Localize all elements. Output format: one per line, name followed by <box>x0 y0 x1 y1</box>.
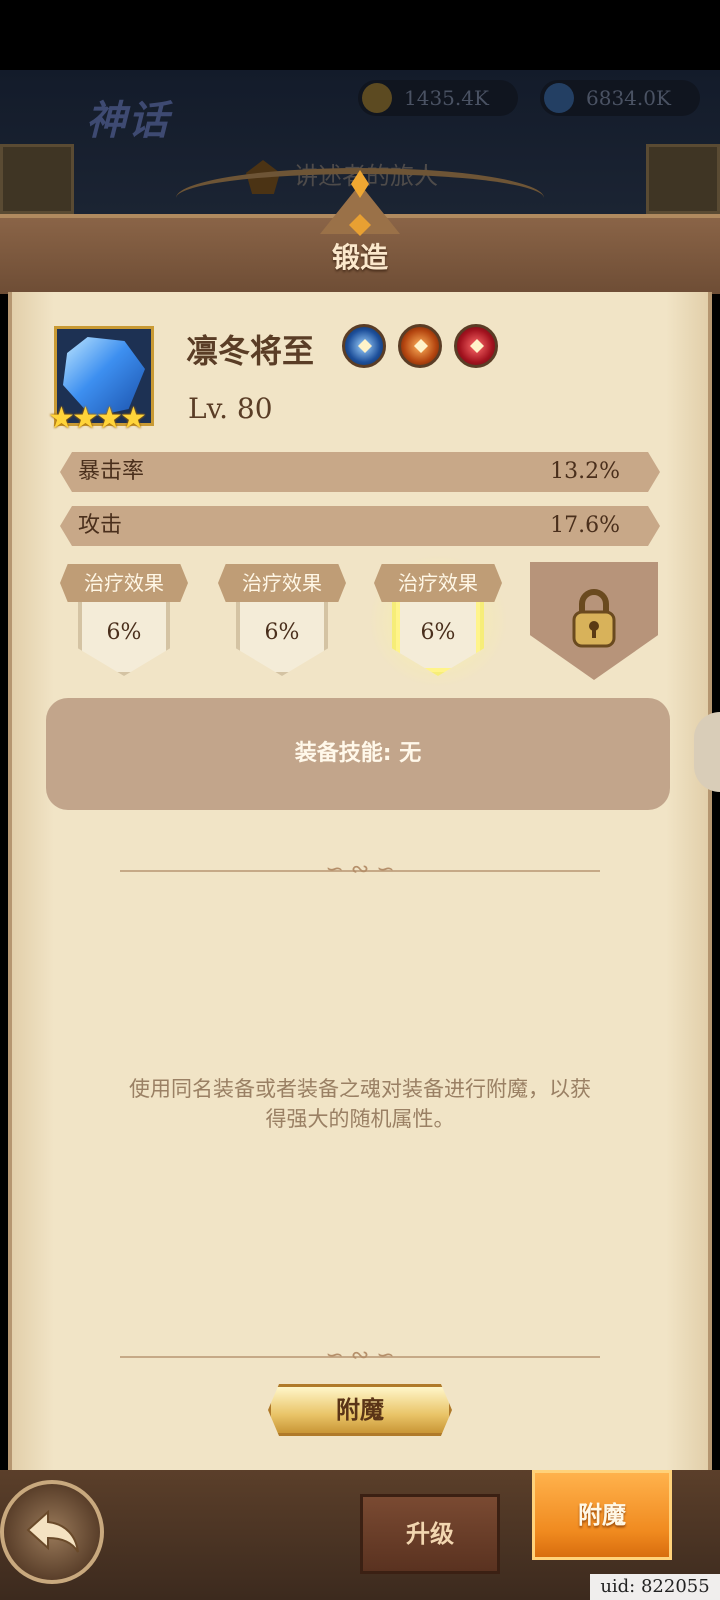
panel-title: 锻造 <box>331 241 388 274</box>
stat-label: 暴击率 <box>78 459 145 484</box>
star-icon: ★ <box>120 401 147 436</box>
back-arrow-icon <box>26 1510 79 1553</box>
sub-stat-slot-2[interactable]: 治疗效果 6% <box>218 562 346 680</box>
right-pillar-ornament <box>646 144 720 214</box>
sub-stat-value: 6% <box>106 620 142 645</box>
tab-enchant[interactable]: 附魔 <box>532 1470 672 1560</box>
blue-gem-icon <box>544 83 574 113</box>
scroll-ornament-icon: ∽ ∾ ∽ <box>325 1343 395 1368</box>
status-bar <box>0 0 720 70</box>
gem-currency: 6834.0K <box>540 80 700 116</box>
stat-row-attack: 攻击 17.6% <box>60 506 660 546</box>
sub-stat-label: 治疗效果 <box>374 564 502 602</box>
item-star-rating: ★ ★ ★ ★ <box>48 404 168 434</box>
gold-coin-icon <box>362 83 392 113</box>
item-level: Lv. 80 <box>188 392 273 425</box>
tab-upgrade[interactable]: 升级 <box>360 1494 500 1574</box>
game-title: 神话 <box>86 97 170 144</box>
sub-stat-value: 6% <box>420 620 456 645</box>
uid-label: uid: 822055 <box>590 1574 720 1600</box>
equipment-skill-box: 装备技能: 无 <box>46 698 670 810</box>
blue-crest-icon[interactable] <box>342 324 386 368</box>
left-pillar-ornament <box>0 144 74 214</box>
enchant-button[interactable]: 附魔 <box>268 1384 452 1436</box>
side-expand-tab[interactable] <box>694 712 720 792</box>
stat-label: 攻击 <box>78 513 123 538</box>
stat-value: 17.6% <box>550 513 620 538</box>
sub-stat-label: 治疗效果 <box>218 564 346 602</box>
enchant-description: 使用同名装备或者装备之魂对装备进行附魔，以获得强大的随机属性。 <box>129 1077 591 1131</box>
red-shield-icon[interactable] <box>454 324 498 368</box>
lock-icon <box>572 589 616 648</box>
stat-row-crit-rate: 暴击率 13.2% <box>60 452 660 492</box>
sub-stat-slot-1[interactable]: 治疗效果 6% <box>60 562 188 680</box>
item-name: 凛冬将至 <box>186 332 315 370</box>
scroll-ornament-icon: ∽ ∾ ∽ <box>325 857 395 882</box>
equipment-skill-text: 装备技能: 无 <box>294 741 422 766</box>
stat-value: 13.2% <box>550 459 620 484</box>
sub-stat-value: 6% <box>264 620 300 645</box>
orange-flame-icon[interactable] <box>398 324 442 368</box>
sub-stat-label: 治疗效果 <box>60 564 188 602</box>
sub-stat-slot-3-selected[interactable]: 治疗效果 6% <box>374 562 502 680</box>
gold-currency: 1435.4K <box>358 80 518 116</box>
